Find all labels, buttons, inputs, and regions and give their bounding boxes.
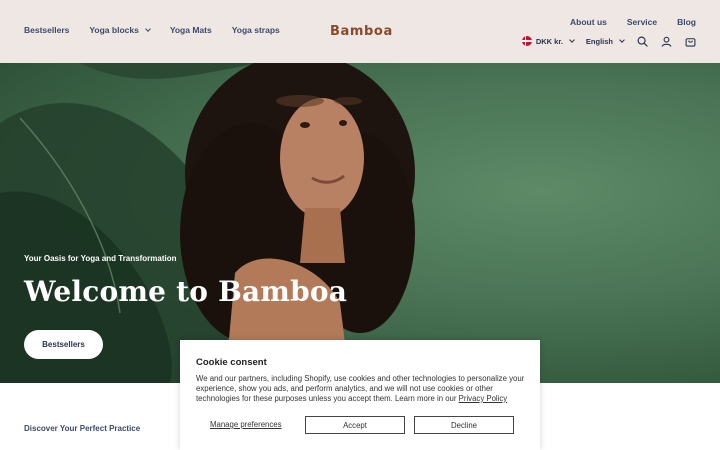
search-icon[interactable] [636,35,648,47]
hero-image [0,63,415,383]
cookie-consent-dialog: Cookie consent We and our partners, incl… [180,340,540,450]
site-logo[interactable]: Bamboa [330,24,393,39]
nav-yoga-blocks[interactable]: Yoga blocks [89,25,151,35]
cookie-title: Cookie consent [196,357,267,368]
site-header: Bestsellers Yoga blocks Yoga Mats Yoga s… [0,0,720,63]
decline-button[interactable]: Decline [414,416,514,434]
cookie-text: We and our partners, including Shopify, … [196,374,528,403]
chevron-down-icon [144,26,151,32]
nav-service[interactable]: Service [627,17,657,27]
currency-selector[interactable]: DKK kr. [521,36,575,46]
privacy-policy-link[interactable]: Privacy Policy [459,394,508,403]
nav-about-us[interactable]: About us [570,17,607,27]
nav-yoga-straps[interactable]: Yoga straps [232,25,280,35]
hero-title: Welcome to Bamboa [24,275,348,308]
header-utilities: DKK kr. English [521,35,696,47]
language-selector[interactable]: English [585,36,625,46]
accept-button[interactable]: Accept [305,416,405,434]
account-icon[interactable] [660,35,672,47]
language-label: English [585,36,613,46]
cart-icon[interactable] [684,35,696,47]
chevron-down-icon [569,37,575,43]
nav-blog[interactable]: Blog [677,17,696,27]
currency-label: DKK kr. [535,36,563,46]
denmark-flag-icon [521,36,532,46]
hero-subtitle: Your Oasis for Yoga and Transformation [24,254,177,263]
nav-yoga-blocks-label: Yoga blocks [89,25,139,35]
nav-bestsellers[interactable]: Bestsellers [24,25,69,35]
section-heading: Discover Your Perfect Practice [24,424,141,433]
manage-preferences-link[interactable]: Manage preferences [210,420,282,429]
bestsellers-button[interactable]: Bestsellers [24,330,103,359]
main-nav: Bestsellers Yoga blocks Yoga Mats Yoga s… [24,25,280,35]
hero-banner: Your Oasis for Yoga and Transformation W… [0,63,720,383]
secondary-nav: About us Service Blog [570,17,696,27]
chevron-down-icon [619,37,625,43]
nav-yoga-mats[interactable]: Yoga Mats [170,25,212,35]
